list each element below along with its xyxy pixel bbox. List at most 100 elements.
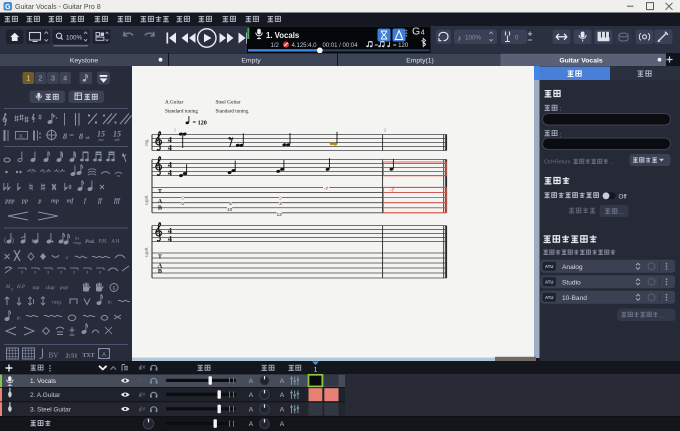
- svg-text:B: B: [158, 204, 162, 211]
- svg-text:3: 3: [60, 271, 62, 275]
- svg-text:3: 3: [47, 271, 49, 275]
- svg-text:1. Vocals: 1. Vocals: [266, 31, 300, 40]
- svg-text:Keystone: Keystone: [70, 57, 99, 64]
- svg-text:Studio: Studio: [562, 280, 581, 287]
- svg-text:tr.: tr.: [108, 300, 113, 306]
- svg-text:rasg.: rasg.: [52, 301, 62, 306]
- svg-text:A: A: [249, 392, 254, 399]
- svg-text:Steel Guitar: Steel Guitar: [216, 100, 241, 106]
- svg-text:ppp: ppp: [4, 198, 14, 205]
- svg-text:A: A: [280, 392, 285, 399]
- svg-text:Ctrl+Return: Ctrl+Return: [544, 160, 571, 166]
- svg-text:A.H.: A.H.: [111, 240, 121, 245]
- svg-text:3: 3: [99, 271, 101, 275]
- svg-text:BV: BV: [49, 352, 59, 360]
- svg-text:-7: -7: [390, 188, 395, 194]
- svg-text:100%: 100%: [465, 35, 482, 42]
- svg-text:5: 5: [181, 196, 184, 201]
- svg-text:p: p: [37, 198, 41, 205]
- svg-text:Empty(1): Empty(1): [406, 57, 434, 64]
- svg-text:100%: 100%: [66, 35, 83, 42]
- svg-text::: :: [560, 106, 562, 113]
- svg-text:tr.: tr.: [17, 316, 22, 322]
- svg-text:6:4: 6:4: [43, 170, 48, 174]
- svg-text:slap: slap: [45, 285, 54, 291]
- svg-text:A: A: [280, 378, 285, 385]
- svg-text:2: 2: [39, 76, 43, 83]
- svg-text:...: ...: [619, 210, 624, 216]
- svg-text:P.M.: P.M.: [98, 240, 108, 245]
- svg-text:pp: pp: [21, 198, 28, 205]
- svg-text:...: ...: [659, 314, 664, 320]
- svg-text:ma: ma: [98, 137, 103, 142]
- svg-text:pop: pop: [59, 285, 69, 291]
- svg-text:B: B: [158, 268, 162, 275]
- svg-text:A: A: [280, 406, 285, 413]
- svg-text:Ped.: Ped.: [85, 239, 95, 245]
- svg-text:ATU: ATU: [545, 264, 553, 269]
- svg-text:A: A: [249, 406, 254, 413]
- svg-text:va: va: [69, 132, 74, 137]
- svg-text:H,P: H,P: [16, 285, 25, 290]
- svg-text:3. Steel Guitar: 3. Steel Guitar: [30, 406, 72, 413]
- svg-text:3: 3: [86, 271, 88, 275]
- svg-text:1. Vocals: 1. Vocals: [30, 378, 56, 385]
- svg-text:vb: vb: [85, 135, 90, 140]
- svg-text:TXT: TXT: [82, 353, 94, 359]
- svg-text:Off: Off: [619, 193, 627, 200]
- svg-text:1: 1: [26, 76, 30, 83]
- svg-text:10-Band: 10-Band: [562, 295, 587, 302]
- svg-text:3: 3: [21, 271, 23, 275]
- svg-text:x: x: [65, 255, 69, 261]
- svg-text:G: G: [5, 4, 11, 11]
- svg-text:2: 2: [279, 196, 282, 201]
- svg-text:Standard tuning: Standard tuning: [216, 109, 249, 115]
- svg-text:-7: -7: [324, 186, 329, 192]
- svg-text:= 120: = 120: [193, 120, 207, 127]
- svg-text:3: 3: [279, 201, 282, 206]
- svg-text:4: 4: [421, 29, 425, 36]
- svg-text:2: 2: [384, 128, 386, 133]
- svg-text:4:4: 4:4: [57, 170, 62, 174]
- svg-text:3: 3: [34, 271, 36, 275]
- svg-text:A.Guitar: A.Guitar: [165, 100, 184, 106]
- svg-text:Guitar Vocals: Guitar Vocals: [559, 57, 603, 64]
- svg-text:G: G: [412, 26, 420, 38]
- svg-text:fff: fff: [114, 198, 121, 205]
- svg-text:ATU: ATU: [545, 295, 553, 300]
- svg-text:=: =: [375, 43, 379, 49]
- svg-text:3: 3: [11, 288, 13, 292]
- svg-text:5: 5: [229, 201, 232, 206]
- svg-text:Empty: Empty: [241, 57, 261, 64]
- svg-text:00:01 / 00:04: 00:01 / 00:04: [323, 43, 359, 49]
- svg-text:A: A: [249, 378, 254, 385]
- svg-text:(: (: [4, 238, 6, 244]
- svg-text:1: 1: [174, 128, 176, 133]
- svg-text:4: 4: [63, 76, 67, 83]
- svg-text:mf: mf: [67, 198, 75, 205]
- svg-text:4.125:4.0: 4.125:4.0: [292, 43, 318, 49]
- svg-text:s.guit.: s.guit.: [144, 247, 149, 257]
- svg-text:10: 10: [227, 207, 233, 212]
- svg-text:Standard tuning: Standard tuning: [165, 109, 198, 115]
- svg-text:Analog: Analog: [562, 264, 583, 271]
- svg-text:Guitar Vocals - Guitar Pro 8: Guitar Vocals - Guitar Pro 8: [15, 4, 101, 11]
- svg-text:2. A.Guitar: 2. A.Guitar: [30, 392, 61, 399]
- svg-text:1/2: 1/2: [271, 43, 280, 49]
- svg-text:A: A: [249, 421, 254, 428]
- svg-text:3: 3: [51, 76, 55, 83]
- svg-text:ring: ring: [73, 240, 81, 245]
- svg-text:13: 13: [277, 212, 283, 217]
- svg-text:2:51: 2:51: [66, 353, 78, 360]
- svg-text:s.guit.: s.guit.: [144, 195, 149, 205]
- svg-text:ATU: ATU: [545, 279, 553, 284]
- svg-text:6: 6: [113, 286, 116, 292]
- svg-text:tap: tap: [32, 285, 39, 291]
- svg-text:A: A: [102, 353, 106, 359]
- svg-text:sng.: sng.: [144, 139, 149, 146]
- svg-text:0: 0: [515, 35, 519, 42]
- svg-text:...: ...: [609, 160, 613, 166]
- svg-text:A: A: [280, 421, 285, 428]
- svg-text:): ): [12, 238, 14, 244]
- svg-text:mp: mp: [51, 198, 59, 205]
